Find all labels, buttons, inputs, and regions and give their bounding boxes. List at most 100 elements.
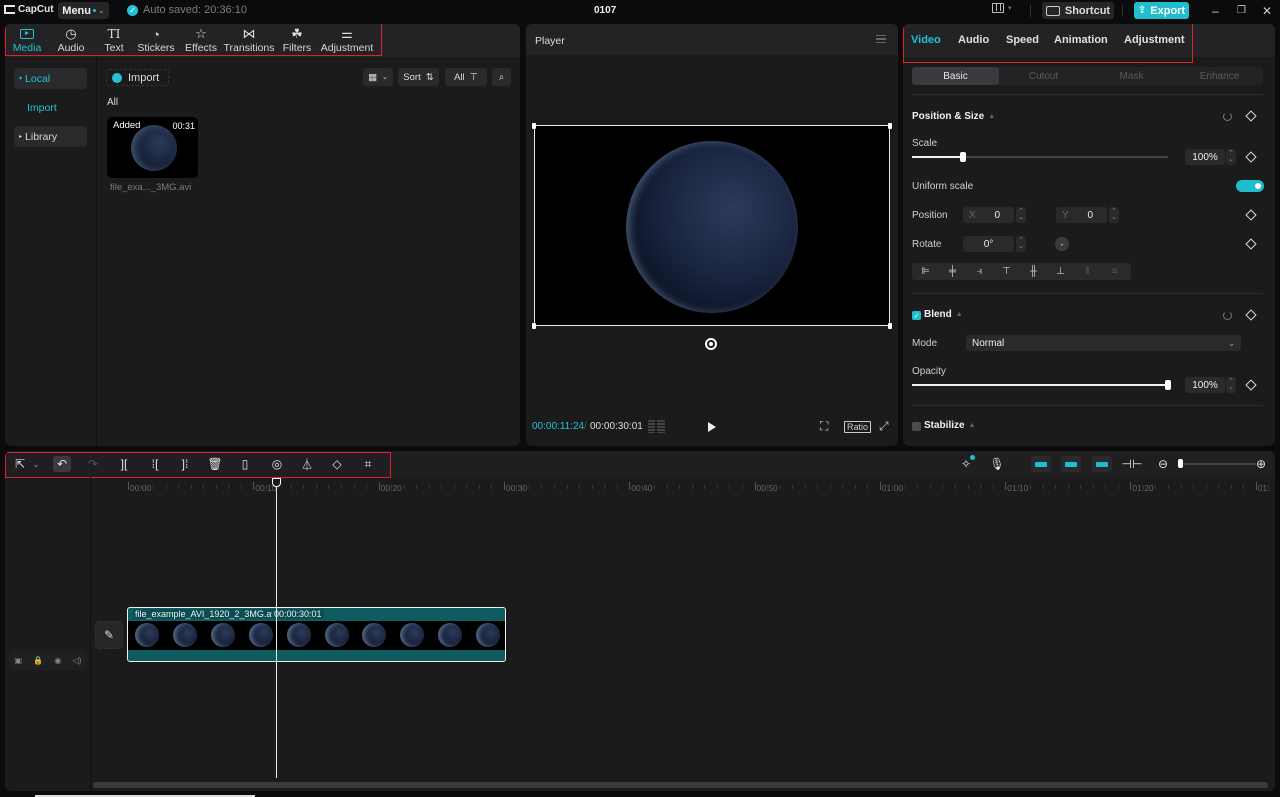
cover-icon[interactable]: ▣ [15, 656, 23, 665]
split-icon[interactable]: ][ [115, 456, 133, 472]
layout-button[interactable]: ▾ [992, 3, 1012, 13]
video-clip[interactable]: file_example_AVI_1920_2_3MG.avi 00:00:30… [127, 607, 506, 662]
resize-handle[interactable] [888, 323, 892, 329]
align-left-icon[interactable]: ⊫ [912, 266, 939, 277]
zoom-fit-icon[interactable]: ⛶ [820, 419, 828, 434]
opacity-stepper[interactable]: ⌃ ⌄ [1226, 377, 1236, 393]
scale-stepper[interactable]: ⌃ ⌄ [1226, 149, 1236, 165]
delete-icon[interactable]: 🗑 [206, 456, 224, 472]
tab-media[interactable]: Media [12, 26, 42, 54]
tab-speed[interactable]: Speed [1006, 34, 1039, 46]
import-button[interactable]: Import [106, 69, 169, 86]
hamburger-menu-icon[interactable] [876, 35, 886, 43]
uniform-scale-toggle[interactable] [1236, 180, 1264, 192]
filter-button[interactable]: All ⊤ [445, 68, 487, 86]
timeline-ruler[interactable]: 00:0000:1000:2000:3000:4000:5001:0001:10… [90, 477, 1275, 495]
position-y-stepper[interactable]: ⌃ ⌄ [1109, 207, 1119, 223]
play-button[interactable] [708, 422, 716, 432]
rotate-stepper[interactable]: ⌃ ⌄ [1016, 236, 1026, 252]
opacity-input[interactable]: 100% [1185, 377, 1225, 393]
freeze-frame-icon[interactable]: ▯ [236, 456, 254, 472]
subtab-basic[interactable]: Basic [912, 67, 999, 85]
scale-slider-knob[interactable] [960, 152, 967, 162]
sort-button[interactable]: Sort ⇅ [398, 68, 439, 86]
playhead[interactable] [276, 479, 277, 778]
position-x-input[interactable]: X0 [963, 207, 1014, 223]
keyframe-icon[interactable] [1245, 379, 1257, 391]
subtab-cutout[interactable]: Cutout [1000, 67, 1087, 85]
blend-checkbox[interactable]: ✓ [912, 311, 921, 320]
keyframe-icon[interactable] [1245, 110, 1257, 122]
blend-mode-select[interactable]: Normal ⌄ [966, 335, 1241, 351]
tab-filters[interactable]: ☘ Filters [283, 26, 312, 54]
resize-handle[interactable] [888, 123, 892, 129]
reverse-icon[interactable]: ◎ [268, 456, 286, 472]
rotate-handle-icon[interactable] [705, 338, 717, 350]
playhead-handle[interactable] [272, 478, 281, 487]
section-position-size[interactable]: Position & Size ▲ [912, 111, 995, 122]
reset-icon[interactable] [1223, 311, 1232, 320]
tab-adjustment[interactable]: Adjustment [1124, 34, 1185, 46]
split-left-icon[interactable]: ⁞[ [146, 456, 164, 472]
timeline-scrollbar[interactable] [93, 782, 1268, 788]
timeline-zoom-knob[interactable] [1178, 459, 1183, 468]
maximize-button[interactable]: ❐ [1237, 5, 1246, 16]
chevron-down-icon[interactable]: ⌄ [27, 456, 45, 472]
tab-video[interactable]: Video [911, 34, 941, 46]
media-item[interactable]: Added 00:31 [107, 117, 198, 178]
reset-icon[interactable] [1223, 112, 1232, 121]
distribute-h-icon[interactable]: ⫴ [1074, 266, 1101, 277]
fullscreen-icon[interactable]: ⤢ [879, 419, 889, 434]
opacity-slider-knob[interactable] [1165, 380, 1171, 390]
rotate-dial[interactable]: - [1055, 237, 1069, 251]
subtab-enhance[interactable]: Enhance [1176, 67, 1263, 85]
position-x-stepper[interactable]: ⌃ ⌄ [1016, 207, 1026, 223]
menu-button[interactable]: Menu ⌄ [58, 2, 109, 19]
tab-stickers[interactable]: ◔ Stickers [137, 26, 174, 55]
sidebar-item-import[interactable]: Import [14, 97, 87, 118]
view-mode-button[interactable]: ▦ ⌄ [363, 68, 393, 86]
scale-input[interactable]: 100% [1185, 149, 1225, 165]
shortcut-button[interactable]: Shortcut [1042, 2, 1114, 19]
position-y-input[interactable]: Y0 [1056, 207, 1107, 223]
keyframe-icon[interactable] [1245, 238, 1257, 250]
resize-handle[interactable] [532, 323, 536, 329]
rotate-input[interactable]: 0° [963, 236, 1014, 252]
redo-button[interactable]: ↷ [84, 456, 102, 472]
tab-audio[interactable]: Audio [958, 34, 989, 46]
preview-axis-icon[interactable]: ⊣⊢ [1122, 456, 1143, 472]
eye-icon[interactable]: ◉ [54, 656, 61, 665]
tab-effects[interactable]: ☆ Effects [185, 26, 217, 54]
resize-handle[interactable] [532, 123, 536, 129]
keyframe-icon[interactable] [1245, 209, 1257, 221]
tab-transitions[interactable]: ⋈ Transitions [224, 26, 275, 54]
tab-animation[interactable]: Animation [1054, 34, 1108, 46]
close-button[interactable]: ✕ [1262, 4, 1272, 18]
mirror-icon[interactable]: ⏃ [298, 456, 316, 472]
split-right-icon[interactable]: ]⁞ [176, 456, 194, 472]
zoom-in-icon[interactable]: ⊕ [1252, 456, 1270, 472]
search-button[interactable]: ⌕ [492, 68, 511, 86]
ratio-button[interactable]: Ratio [844, 421, 872, 433]
tab-adjustment[interactable]: ⚌ Adjustment [321, 26, 374, 54]
align-center-v-icon[interactable]: ╫ [1020, 266, 1047, 277]
tab-audio[interactable]: ◷ Audio [56, 26, 86, 54]
undo-button[interactable]: ↶ [53, 456, 71, 472]
speaker-icon[interactable]: ◁) [73, 656, 82, 665]
align-right-icon[interactable]: ⫣ [966, 266, 993, 277]
rotate-icon[interactable]: ◇ [328, 456, 346, 472]
export-button[interactable]: ⇪ Export [1134, 2, 1189, 19]
section-stabilize[interactable]: Stabilize ▲ [924, 420, 976, 431]
linkage-button[interactable] [1092, 456, 1112, 472]
edit-cover-button[interactable]: ✎ [95, 621, 123, 649]
preview-canvas[interactable] [534, 125, 890, 326]
keyframe-icon[interactable] [1245, 151, 1257, 163]
zoom-out-icon[interactable]: ⊖ [1154, 456, 1172, 472]
sidebar-item-local[interactable]: ▾ Local [14, 68, 87, 89]
subtab-mask[interactable]: Mask [1088, 67, 1175, 85]
main-track-magnet-button[interactable] [1031, 456, 1051, 472]
align-bottom-icon[interactable]: ⊥ [1047, 266, 1074, 277]
timeline-zoom-slider[interactable] [1180, 463, 1256, 465]
tab-text[interactable]: TI Text [103, 26, 125, 54]
sidebar-item-library[interactable]: ▸ Library [14, 126, 87, 147]
